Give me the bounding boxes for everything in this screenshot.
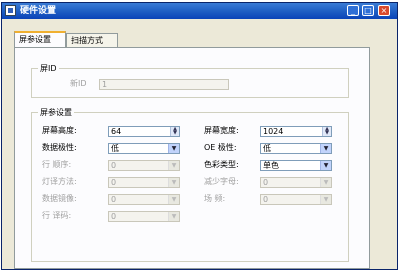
row-order-select[interactable]: 0 ▼ bbox=[108, 160, 180, 171]
tab-scan-mode[interactable]: 扫描方式 bbox=[66, 33, 118, 47]
oe-polarity-label: OE 极性: bbox=[204, 143, 237, 152]
title-bar[interactable]: 硬件设置 _ □ × bbox=[2, 3, 397, 19]
screen-width-input[interactable]: 1024 ▲ ▼ bbox=[260, 126, 332, 137]
lamp-decode-label: 灯译方法: bbox=[42, 177, 77, 186]
data-polarity-label: 数据极性: bbox=[42, 143, 77, 152]
color-type-label: 色彩类型: bbox=[204, 160, 239, 169]
chevron-down-icon[interactable]: ▼ bbox=[320, 161, 331, 170]
close-button[interactable]: × bbox=[378, 5, 390, 16]
lamp-decode-select[interactable]: 0 ▼ bbox=[108, 177, 180, 188]
data-polarity-value: 低 bbox=[111, 144, 119, 153]
color-type-select[interactable]: 单色 ▼ bbox=[260, 160, 332, 171]
row-order-value: 0 bbox=[111, 161, 117, 170]
lamp-decode-value: 0 bbox=[111, 178, 117, 187]
data-mirror-value: 0 bbox=[111, 195, 117, 204]
tab-screen-params[interactable]: 屏参设置 bbox=[14, 31, 66, 47]
reduce-chars-value: 0 bbox=[263, 178, 269, 187]
hardware-settings-window: 硬件设置 _ □ × 屏参设置 扫描方式 屏ID 新ID 1 屏参设置 屏幕高度… bbox=[1, 2, 398, 270]
chevron-down-icon[interactable]: ▼ bbox=[168, 144, 179, 153]
screen-params-legend: 屏参设置 bbox=[38, 107, 74, 118]
chevron-down-icon: ▼ bbox=[168, 161, 179, 170]
chevron-down-icon: ▼ bbox=[320, 178, 331, 187]
field-freq-select[interactable]: 0 ▼ bbox=[260, 194, 332, 205]
reduce-chars-select[interactable]: 0 ▼ bbox=[260, 177, 332, 188]
chevron-down-icon: ▼ bbox=[168, 195, 179, 204]
row-decode-value: 0 bbox=[111, 212, 117, 221]
field-freq-value: 0 bbox=[263, 195, 269, 204]
field-freq-label: 场 频: bbox=[204, 194, 226, 203]
screen-height-spinner[interactable]: ▲ ▼ bbox=[170, 127, 179, 136]
screen-height-input[interactable]: 64 ▲ ▼ bbox=[108, 126, 180, 137]
new-id-label: 新ID bbox=[70, 79, 87, 88]
screen-height-label: 屏幕高度: bbox=[42, 126, 77, 135]
screen-params-group: 屏参设置 屏幕高度: 64 ▲ ▼ 屏幕宽度: 1024 ▲ ▼ 数据极性: 低 ▼ OE… bbox=[31, 107, 349, 262]
color-type-value: 单色 bbox=[263, 161, 279, 170]
window-title: 硬件设置 bbox=[20, 6, 57, 16]
reduce-chars-label: 减少字母: bbox=[204, 177, 239, 186]
screen-width-spinner[interactable]: ▲ ▼ bbox=[322, 127, 331, 136]
chevron-down-icon: ▼ bbox=[168, 212, 179, 221]
chevron-down-icon[interactable]: ▼ bbox=[320, 144, 331, 153]
new-id-field[interactable]: 1 bbox=[99, 79, 229, 90]
minimize-button[interactable]: _ bbox=[347, 5, 359, 16]
row-decode-select[interactable]: 0 ▼ bbox=[108, 211, 180, 222]
chevron-down-icon: ▼ bbox=[320, 195, 331, 204]
row-order-label: 行 顺序: bbox=[42, 160, 72, 169]
screen-height-value: 64 bbox=[111, 127, 122, 136]
app-icon bbox=[5, 5, 16, 16]
data-mirror-label: 数据镜像: bbox=[42, 194, 77, 203]
screen-id-group: 屏ID 新ID 1 bbox=[31, 63, 349, 98]
screen-width-label: 屏幕宽度: bbox=[204, 126, 239, 135]
data-polarity-select[interactable]: 低 ▼ bbox=[108, 143, 180, 154]
data-mirror-select[interactable]: 0 ▼ bbox=[108, 194, 180, 205]
row-decode-label: 行 译码: bbox=[42, 211, 72, 220]
oe-polarity-select[interactable]: 低 ▼ bbox=[260, 143, 332, 154]
screen-width-value: 1024 bbox=[263, 127, 284, 136]
chevron-down-icon: ▼ bbox=[168, 178, 179, 187]
screen-id-legend: 屏ID bbox=[38, 63, 59, 74]
oe-polarity-value: 低 bbox=[263, 144, 271, 153]
maximize-button[interactable]: □ bbox=[362, 5, 374, 16]
tab-panel: 屏ID 新ID 1 屏参设置 屏幕高度: 64 ▲ ▼ 屏幕宽度: 1024 ▲ ▼ 数… bbox=[14, 47, 370, 269]
